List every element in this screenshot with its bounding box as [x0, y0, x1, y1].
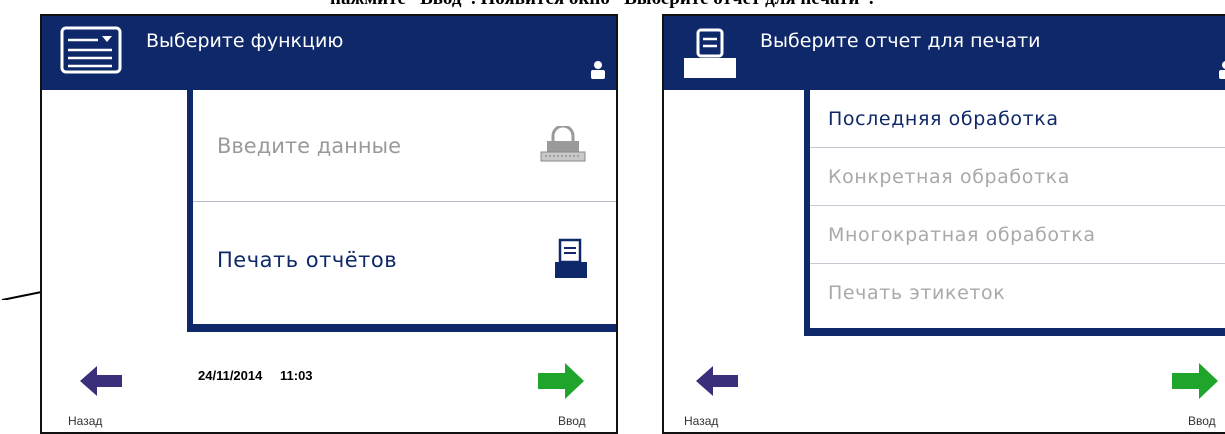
enter-label: Ввод — [1188, 414, 1216, 428]
back-button[interactable] — [696, 364, 740, 402]
function-screen: Выберите функцию Введите данные Печать о… — [40, 14, 618, 434]
menu-item-label: Печать отчётов — [217, 248, 398, 272]
printer-icon — [682, 26, 738, 84]
list-item-label: Печать этикеток — [828, 282, 1006, 304]
user-icon — [1218, 60, 1225, 84]
list-item-label: Многократная обработка — [828, 223, 1096, 246]
time-display: 11:03 — [280, 368, 313, 383]
user-icon — [590, 60, 606, 84]
lock-keyboard-icon — [539, 124, 587, 166]
menu-item-enter-data[interactable]: Введите данные — [193, 90, 616, 202]
screen-header: Выберите отчет для печати — [664, 16, 1225, 90]
printer-icon — [555, 238, 587, 282]
report-list: Последняя обработка Конкретная обработка… — [804, 90, 1225, 336]
list-item-last-processing[interactable]: Последняя обработка — [810, 90, 1225, 148]
list-item-label: Конкретная обработка — [828, 165, 1070, 188]
back-button[interactable] — [80, 364, 124, 402]
menu-item-label: Введите данные — [217, 133, 402, 158]
report-screen: Выберите отчет для печати Последняя обра… — [662, 14, 1225, 434]
list-item-specific-processing[interactable]: Конкретная обработка — [810, 148, 1225, 206]
back-label: Назад — [68, 414, 103, 428]
enter-button[interactable] — [1172, 362, 1218, 404]
function-menu: Введите данные Печать отчётов — [187, 90, 616, 332]
menu-card-icon — [60, 26, 124, 80]
screen-header: Выберите функцию — [42, 16, 616, 90]
page-title: Выберите отчет для печати — [760, 30, 1041, 52]
page-title: Выберите функцию — [146, 30, 344, 52]
enter-label: Ввод — [558, 414, 586, 428]
date-display: 24/11/2014 — [198, 368, 263, 383]
list-item-multiple-processing[interactable]: Многократная обработка — [810, 206, 1225, 264]
enter-button[interactable] — [538, 362, 584, 404]
list-item-label: Последняя обработка — [828, 107, 1059, 130]
back-label: Назад — [684, 414, 719, 428]
list-item-print-labels[interactable]: Печать этикеток — [810, 264, 1225, 322]
caption-text: нажмите “Ввод”. Появится окно “Выберите … — [330, 0, 1225, 10]
menu-item-print-reports[interactable]: Печать отчётов — [193, 204, 616, 316]
